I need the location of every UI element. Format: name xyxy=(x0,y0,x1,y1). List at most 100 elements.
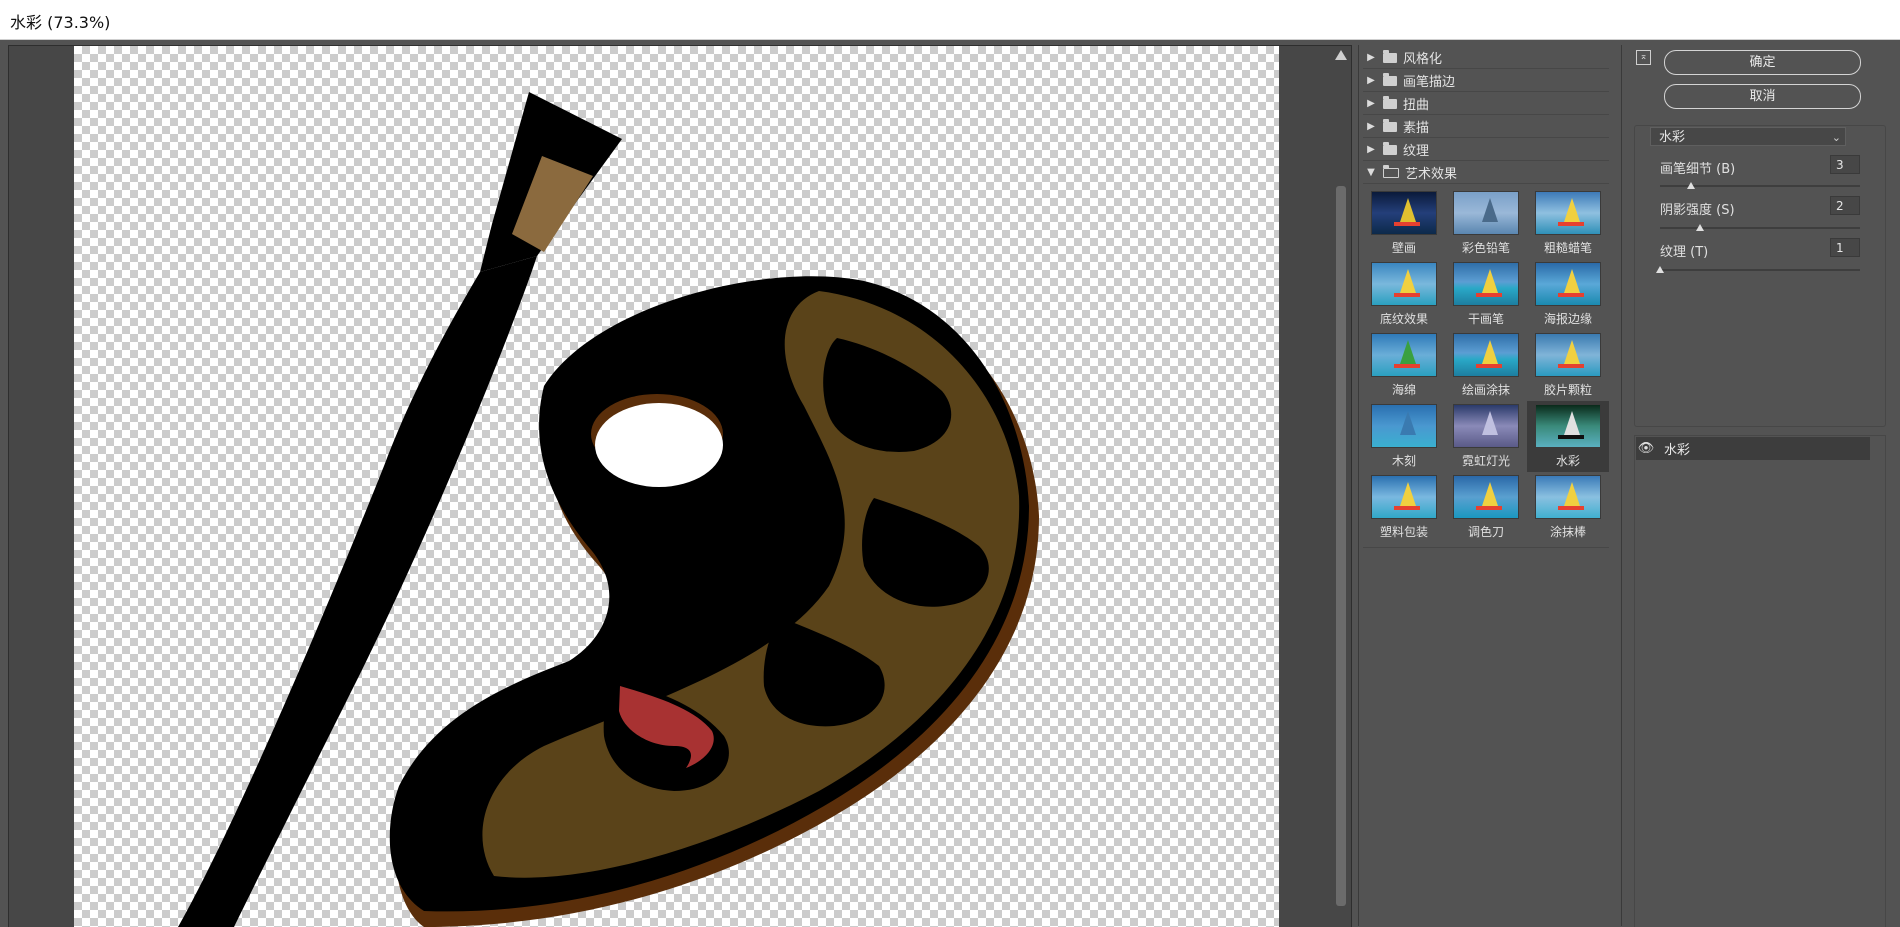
folder-icon xyxy=(1383,72,1397,86)
filter-preview-image xyxy=(1535,404,1601,448)
category-artistic[interactable]: ▼ 艺术效果 xyxy=(1363,162,1609,184)
chevron-down-icon: ⌄ xyxy=(1831,131,1841,144)
shadow-intensity-input[interactable]: 2 xyxy=(1830,196,1860,215)
expand-arrow-icon[interactable]: ▶ xyxy=(1363,98,1379,109)
filter-label: 水彩 xyxy=(1555,454,1580,468)
filter-palette-knife[interactable]: 调色刀 xyxy=(1445,472,1527,543)
eye-icon[interactable]: 👁 xyxy=(1636,441,1656,456)
folder-icon xyxy=(1383,141,1397,155)
settings-panel: ⌅ 确定 取消 水彩 ⌄ 画笔细节 (B) 3 阴影强度 (S) 2 纹理 (T… xyxy=(1634,45,1890,927)
filter-preview-image xyxy=(1371,404,1437,448)
folder-icon xyxy=(1383,49,1397,63)
filter-smudge-stick[interactable]: 涂抹棒 xyxy=(1527,472,1609,543)
shadow-intensity-slider[interactable] xyxy=(1660,227,1860,229)
filter-label: 绘画涂抹 xyxy=(1461,383,1510,397)
expand-arrow-icon[interactable]: ▶ xyxy=(1363,52,1379,63)
palette-artwork xyxy=(178,92,1039,927)
open-folder-icon xyxy=(1383,164,1399,178)
filter-underpainting[interactable]: 底纹效果 xyxy=(1363,259,1445,330)
filter-neon-glow[interactable]: 霓虹灯光 xyxy=(1445,401,1527,472)
category-label: 素描 xyxy=(1403,121,1430,136)
expand-arrow-icon[interactable]: ▶ xyxy=(1363,75,1379,86)
filter-sponge[interactable]: 海绵 xyxy=(1363,330,1445,401)
title-bar: 水彩 (73.3%) xyxy=(0,0,1900,40)
brush-detail-label: 画笔细节 (B) xyxy=(1660,162,1736,177)
scroll-thumb[interactable] xyxy=(1336,186,1346,906)
shadow-intensity-label: 阴影强度 (S) xyxy=(1660,203,1735,218)
cancel-button[interactable]: 取消 xyxy=(1664,84,1861,109)
filter-label: 壁画 xyxy=(1391,241,1416,255)
texture-input[interactable]: 1 xyxy=(1830,238,1860,257)
filter-select-value: 水彩 xyxy=(1659,130,1686,145)
category-label: 纹理 xyxy=(1403,144,1430,159)
palette-thumb-hole xyxy=(595,403,723,487)
slider-handle[interactable] xyxy=(1696,224,1704,231)
filter-preview-image xyxy=(1453,262,1519,306)
collapse-gallery-icon[interactable]: ⌅ xyxy=(1636,50,1651,65)
texture-slider[interactable] xyxy=(1660,269,1860,271)
folder-icon xyxy=(1383,95,1397,109)
expand-arrow-icon[interactable]: ▶ xyxy=(1363,121,1379,132)
effect-layer-label: 水彩 xyxy=(1664,443,1691,458)
category-label: 扭曲 xyxy=(1403,98,1430,113)
ok-button[interactable]: 确定 xyxy=(1664,50,1861,75)
texture-label: 纹理 (T) xyxy=(1660,245,1709,260)
effect-layers-box xyxy=(1634,435,1886,927)
filter-fresco[interactable]: 壁画 xyxy=(1363,188,1445,259)
category-brush-strokes[interactable]: ▶ 画笔描边 xyxy=(1363,70,1609,92)
filter-poster-edges[interactable]: 海报边缘 xyxy=(1527,259,1609,330)
filter-preview-image xyxy=(1371,333,1437,377)
category-stylize[interactable]: ▶ 风格化 xyxy=(1363,47,1609,69)
filter-preview-image xyxy=(1371,475,1437,519)
filter-colored-pencil[interactable]: 彩色铅笔 xyxy=(1445,188,1527,259)
category-distort[interactable]: ▶ 扭曲 xyxy=(1363,93,1609,115)
effect-layer-row[interactable]: 👁 水彩 xyxy=(1636,437,1870,460)
filter-label: 底纹效果 xyxy=(1379,312,1428,326)
category-texture[interactable]: ▶ 纹理 xyxy=(1363,139,1609,161)
filter-preview-image xyxy=(1371,191,1437,235)
filter-select[interactable]: 水彩 ⌄ xyxy=(1650,127,1846,146)
scroll-up-arrow-icon[interactable] xyxy=(1335,50,1347,60)
filter-preview-image xyxy=(1453,404,1519,448)
filter-gallery: ▶ 风格化 ▶ 画笔描边 ▶ 扭曲 ▶ 素描 ▶ 纹理 ▼ 艺术效果 壁画 彩色… xyxy=(1358,45,1622,926)
filter-label: 干画笔 xyxy=(1467,312,1504,326)
filter-preview-image xyxy=(1535,475,1601,519)
filter-label: 海报边缘 xyxy=(1543,312,1592,326)
filter-preview-image xyxy=(1453,191,1519,235)
filter-label: 调色刀 xyxy=(1467,525,1504,539)
category-label: 画笔描边 xyxy=(1403,75,1456,90)
filter-watercolor[interactable]: 水彩 xyxy=(1527,401,1609,472)
filter-dry-brush[interactable]: 干画笔 xyxy=(1445,259,1527,330)
filter-label: 木刻 xyxy=(1391,454,1416,468)
filter-preview-image xyxy=(1535,333,1601,377)
filter-label: 彩色铅笔 xyxy=(1461,241,1510,255)
window-title: 水彩 (73.3%) xyxy=(10,13,111,32)
filter-label: 塑料包装 xyxy=(1379,525,1428,539)
slider-handle[interactable] xyxy=(1686,182,1695,189)
preview-canvas[interactable] xyxy=(74,46,1279,927)
filter-plastic-wrap[interactable]: 塑料包装 xyxy=(1363,472,1445,543)
slider-handle[interactable] xyxy=(1656,266,1664,273)
filter-film-grain[interactable]: 胶片颗粒 xyxy=(1527,330,1609,401)
filter-paint-daubs[interactable]: 绘画涂抹 xyxy=(1445,330,1527,401)
preview-scrollbar[interactable] xyxy=(1331,46,1351,927)
filter-preview-image xyxy=(1535,262,1601,306)
filter-label: 海绵 xyxy=(1391,383,1416,397)
filter-cutout[interactable]: 木刻 xyxy=(1363,401,1445,472)
preview-area[interactable] xyxy=(8,45,1352,927)
filter-preview-image xyxy=(1535,191,1601,235)
expand-arrow-icon[interactable]: ▶ xyxy=(1363,144,1379,155)
brush-detail-input[interactable]: 3 xyxy=(1830,155,1860,174)
filter-thumbnails: 壁画 彩色铅笔 粗糙蜡笔 底纹效果 干画笔 海报边缘 海绵 绘画涂抹 胶片颗粒 … xyxy=(1363,188,1609,548)
filter-preview-image xyxy=(1453,333,1519,377)
filter-label: 粗糙蜡笔 xyxy=(1543,241,1592,255)
collapse-arrow-icon[interactable]: ▼ xyxy=(1363,167,1379,178)
filter-label: 霓虹灯光 xyxy=(1461,454,1510,468)
filter-preview-image xyxy=(1453,475,1519,519)
category-label: 风格化 xyxy=(1403,52,1443,67)
filter-label: 涂抹棒 xyxy=(1549,525,1586,539)
category-sketch[interactable]: ▶ 素描 xyxy=(1363,116,1609,138)
filter-label: 胶片颗粒 xyxy=(1543,383,1592,397)
filter-rough-pastels[interactable]: 粗糙蜡笔 xyxy=(1527,188,1609,259)
folder-icon xyxy=(1383,118,1397,132)
